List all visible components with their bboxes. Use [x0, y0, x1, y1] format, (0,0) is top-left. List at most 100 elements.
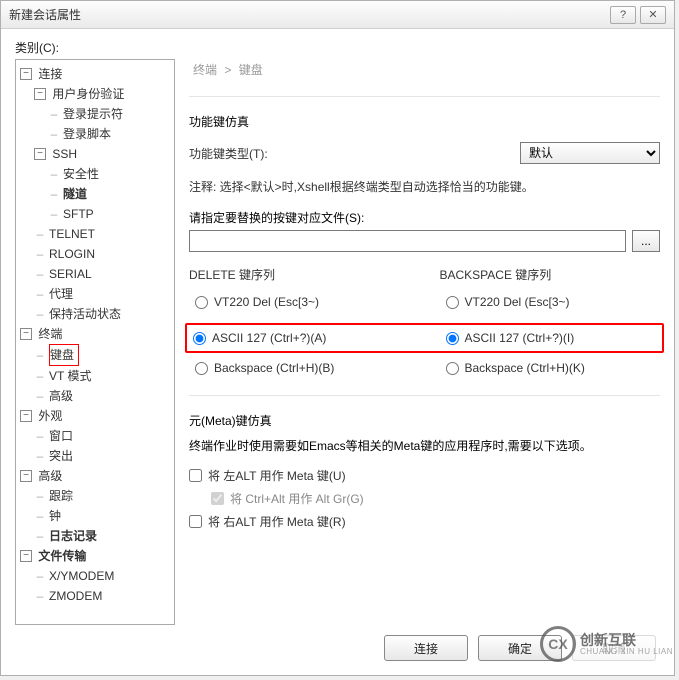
- tree-toggle[interactable]: −: [20, 328, 32, 340]
- tree-toggle[interactable]: −: [20, 410, 32, 422]
- backspace-radio-backspace[interactable]: [446, 362, 459, 375]
- backspace-opt-backspace[interactable]: Backspace (Ctrl+H)(K): [440, 357, 661, 379]
- meta-ctrl-alt-row[interactable]: 将 Ctrl+Alt 用作 Alt Gr(G): [189, 487, 660, 510]
- tree-item-proxy[interactable]: 代理: [49, 287, 73, 301]
- fn-type-label: 功能键类型(T):: [189, 145, 279, 162]
- help-button[interactable]: ?: [610, 6, 636, 24]
- category-tree[interactable]: − 连接 − 用户身份验证 –登录提示符 –登录脚本: [15, 59, 175, 625]
- tree-item-keyboard[interactable]: 键盘: [49, 344, 79, 366]
- tree-item-telnet[interactable]: TELNET: [49, 227, 95, 241]
- tree-leaf-icon: –: [34, 366, 46, 386]
- delete-opt-ascii127[interactable]: ASCII 127 (Ctrl+?)(A): [187, 327, 410, 349]
- tree-item-serial[interactable]: SERIAL: [49, 267, 92, 281]
- backspace-opt-ascii127[interactable]: ASCII 127 (Ctrl+?)(I): [440, 327, 663, 349]
- meta-description: 终端作业时使用需要如Emacs等相关的Meta键的应用程序时,需要以下选项。: [189, 437, 660, 454]
- tree-item-login-prompt[interactable]: 登录提示符: [63, 107, 123, 121]
- watermark: CX 创新互联 CHUANG XIN HU LIAN: [540, 626, 673, 662]
- watermark-sub: CHUANG XIN HU LIAN: [580, 647, 673, 656]
- tree-leaf-icon: –: [34, 224, 46, 244]
- tree-leaf-icon: –: [34, 506, 46, 526]
- delete-radio-backspace[interactable]: [195, 362, 208, 375]
- tree-toggle[interactable]: −: [20, 470, 32, 482]
- tree-leaf-icon: –: [48, 164, 60, 184]
- tree-leaf-icon: –: [34, 586, 46, 606]
- tree-item-window[interactable]: 窗口: [49, 429, 73, 443]
- tree-item-logging[interactable]: 日志记录: [49, 529, 97, 543]
- delete-radio-vt220[interactable]: [195, 296, 208, 309]
- tree-item-login-script[interactable]: 登录脚本: [63, 127, 111, 141]
- tree-leaf-icon: –: [34, 386, 46, 406]
- tree-item-highlight[interactable]: 突出: [49, 449, 73, 463]
- tree-toggle[interactable]: −: [34, 148, 46, 160]
- breadcrumb-sep: >: [224, 63, 231, 77]
- dialog-content: 类别(C): − 连接 − 用户身份验证 –登录提示符: [1, 29, 674, 675]
- tree-item-security[interactable]: 安全性: [63, 167, 99, 181]
- tree-item-rlogin[interactable]: RLOGIN: [49, 247, 95, 261]
- tree-item-ssh[interactable]: SSH: [52, 147, 77, 161]
- tree-item-sftp[interactable]: SFTP: [63, 207, 94, 221]
- tree-item-vt-mode[interactable]: VT 模式: [49, 369, 91, 383]
- fn-type-select[interactable]: 默认: [520, 142, 660, 164]
- dialog-window: 新建会话属性 ? ✕ 类别(C): − 连接 − 用户身份验证: [0, 0, 675, 676]
- tree-toggle[interactable]: −: [20, 550, 32, 562]
- fn-emulation-title: 功能键仿真: [189, 113, 660, 130]
- tree-item-terminal[interactable]: 终端: [38, 327, 62, 341]
- meta-left-alt-checkbox[interactable]: [189, 469, 202, 482]
- tree-item-file-transfer[interactable]: 文件传输: [38, 549, 86, 563]
- delete-opt-backspace[interactable]: Backspace (Ctrl+H)(B): [189, 357, 410, 379]
- tree-leaf-icon: –: [48, 124, 60, 144]
- tree-leaf-icon: –: [34, 244, 46, 264]
- meta-ctrl-alt-checkbox[interactable]: [211, 492, 224, 505]
- tree-leaf-icon: –: [48, 184, 60, 204]
- backspace-radio-ascii127[interactable]: [446, 332, 459, 345]
- tree-item-zmodem[interactable]: ZMODEM: [49, 589, 102, 603]
- breadcrumb: 终端 > 键盘: [189, 61, 660, 88]
- breadcrumb-current: 键盘: [239, 63, 263, 77]
- settings-panel: 终端 > 键盘 功能键仿真 功能键类型(T): 默认 注释: 选择<默认>时,X…: [189, 59, 660, 625]
- fn-note: 注释: 选择<默认>时,Xshell根据终端类型自动选择恰当的功能键。: [189, 178, 660, 195]
- tree-item-keepalive[interactable]: 保持活动状态: [49, 307, 121, 321]
- tree-leaf-icon: –: [34, 345, 46, 365]
- mapfile-label: 请指定要替换的按键对应文件(S):: [189, 209, 660, 226]
- tree-item-xymodem[interactable]: X/YMODEM: [49, 569, 114, 583]
- tree-item-appearance[interactable]: 外观: [38, 409, 62, 423]
- tree-item-advanced[interactable]: 高级: [49, 389, 73, 403]
- tree-leaf-icon: –: [34, 566, 46, 586]
- backspace-group-title: BACKSPACE 键序列: [440, 266, 661, 283]
- tree-leaf-icon: –: [34, 486, 46, 506]
- mapfile-input[interactable]: [189, 230, 626, 252]
- breadcrumb-root: 终端: [193, 63, 217, 77]
- tree-item-advanced-group[interactable]: 高级: [38, 469, 62, 483]
- dialog-title: 新建会话属性: [9, 6, 606, 23]
- connect-button[interactable]: 连接: [384, 635, 468, 661]
- tree-leaf-icon: –: [48, 204, 60, 224]
- tree-item-bell[interactable]: 钟: [49, 509, 61, 523]
- browse-button[interactable]: ...: [632, 230, 660, 252]
- tree-leaf-icon: –: [34, 526, 46, 546]
- close-button[interactable]: ✕: [640, 6, 666, 24]
- watermark-logo-icon: CX: [540, 626, 576, 662]
- backspace-radio-vt220[interactable]: [446, 296, 459, 309]
- meta-left-alt-row[interactable]: 将 左ALT 用作 Meta 键(U): [189, 464, 660, 487]
- tree-leaf-icon: –: [34, 304, 46, 324]
- tree-item-connection[interactable]: 连接: [38, 67, 62, 81]
- category-label: 类别(C):: [15, 39, 660, 56]
- delete-radio-ascii127[interactable]: [193, 332, 206, 345]
- tree-item-trace[interactable]: 跟踪: [49, 489, 73, 503]
- tree-toggle[interactable]: −: [20, 68, 32, 80]
- delete-group-title: DELETE 键序列: [189, 266, 410, 283]
- highlighted-selection: ASCII 127 (Ctrl+?)(A) ASCII 127 (Ctrl+?)…: [185, 323, 664, 353]
- watermark-brand: 创新互联: [580, 633, 673, 647]
- tree-leaf-icon: –: [34, 426, 46, 446]
- tree-item-tunnel[interactable]: 隧道: [63, 187, 87, 201]
- backspace-opt-vt220[interactable]: VT220 Del (Esc[3~): [440, 291, 661, 313]
- tree-leaf-icon: –: [48, 104, 60, 124]
- delete-opt-vt220[interactable]: VT220 Del (Esc[3~): [189, 291, 410, 313]
- tree-item-auth[interactable]: 用户身份验证: [52, 87, 124, 101]
- tree-toggle[interactable]: −: [34, 88, 46, 100]
- meta-right-alt-row[interactable]: 将 右ALT 用作 Meta 键(R): [189, 510, 660, 533]
- tree-leaf-icon: –: [34, 284, 46, 304]
- meta-right-alt-checkbox[interactable]: [189, 515, 202, 528]
- titlebar: 新建会话属性 ? ✕: [1, 1, 674, 29]
- meta-title: 元(Meta)键仿真: [189, 412, 660, 429]
